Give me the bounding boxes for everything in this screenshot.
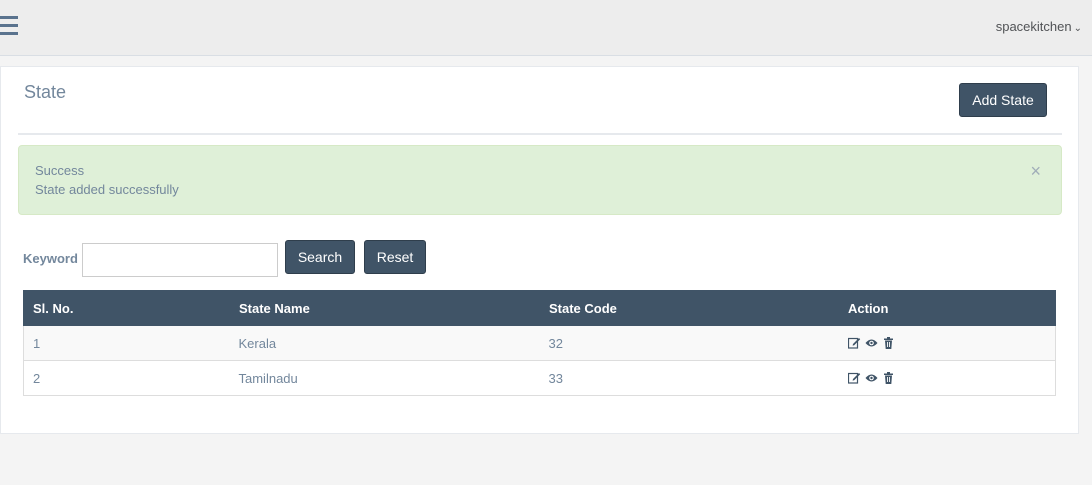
table-row: 2 Tamilnadu 33 — [23, 360, 1056, 396]
top-navbar: spacekitchen ⌄ — [0, 0, 1092, 56]
column-header-sl-no[interactable]: Sl. No. — [23, 290, 230, 326]
close-icon[interactable]: × — [1030, 162, 1041, 180]
reset-button[interactable]: Reset — [364, 240, 426, 274]
cell-state-name: Kerala — [229, 325, 540, 361]
cell-sl-no: 1 — [23, 325, 230, 361]
alert-title: Success — [35, 163, 85, 178]
delete-icon[interactable] — [882, 337, 895, 349]
edit-icon[interactable] — [847, 372, 861, 384]
cell-state-name: Tamilnadu — [229, 360, 540, 396]
cell-actions — [838, 325, 1056, 361]
cell-state-code: 32 — [539, 325, 839, 361]
user-menu[interactable]: spacekitchen ⌄ — [996, 19, 1082, 34]
column-header-action: Action — [838, 290, 1056, 326]
page-title: State — [24, 82, 67, 102]
cell-actions — [838, 360, 1056, 396]
states-table: Sl. No. State Name State Code Action 1 K… — [23, 290, 1056, 396]
cell-sl-no: 2 — [23, 360, 230, 396]
keyword-label: Keyword — [23, 251, 78, 266]
table-header-row: Sl. No. State Name State Code Action — [23, 290, 1056, 326]
search-button[interactable]: Search — [285, 240, 355, 274]
username: spacekitchen — [995, 19, 1072, 34]
menu-toggle-icon[interactable] — [0, 16, 18, 36]
keyword-input[interactable] — [82, 243, 278, 277]
view-icon[interactable] — [865, 372, 878, 384]
column-header-state-name[interactable]: State Name — [229, 290, 540, 326]
edit-icon[interactable] — [847, 337, 861, 349]
content-panel: State Add State Success State added succ… — [0, 66, 1079, 434]
cell-state-code: 33 — [539, 360, 839, 396]
success-alert: Success State added successfully × — [18, 145, 1062, 215]
alert-message: State added successfully — [35, 182, 179, 197]
add-state-button[interactable]: Add State — [959, 83, 1047, 117]
view-icon[interactable] — [865, 337, 878, 349]
delete-icon[interactable] — [882, 372, 895, 384]
column-header-state-code[interactable]: State Code — [539, 290, 839, 326]
divider — [18, 133, 1062, 135]
chevron-down-icon: ⌄ — [1073, 23, 1082, 34]
table-row: 1 Kerala 32 — [23, 325, 1056, 361]
